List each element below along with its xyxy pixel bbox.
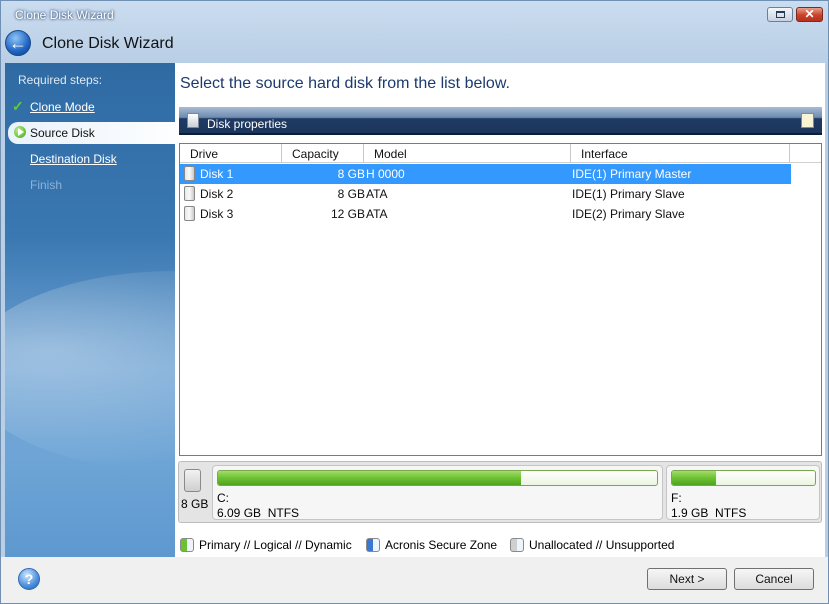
table-row[interactable]: Disk 3 12 GB ATA IDE(2) Primary Slave [180,204,791,224]
usage-fill [672,471,717,485]
maximize-icon [776,11,785,18]
partition-info: 1.9 GB NTFS [671,506,747,520]
disk-properties-label: Disk properties [207,117,288,131]
legend-label: Unallocated // Unsupported [529,538,675,552]
disk-properties-icon [187,113,199,128]
usage-fill [218,471,521,485]
step-finish: Finish [5,174,175,196]
maximize-button[interactable] [767,7,793,22]
step-clone-mode[interactable]: ✓ Clone Mode [5,96,175,118]
column-header-spacer [790,144,822,163]
cell-model: H 0000 [366,167,405,181]
legend-label: Acronis Secure Zone [385,538,498,552]
partition-usage-bar [671,470,816,486]
cell-capacity: 8 GB [337,187,365,201]
help-icon[interactable]: ? [18,568,40,590]
wizard-footer: ? Next > Cancel [1,557,828,603]
cell-capacity: 12 GB [330,207,365,221]
column-header-drive[interactable]: Drive [180,144,282,163]
column-header-capacity[interactable]: Capacity [282,144,364,163]
close-icon: ✕ [804,7,815,21]
wizard-title: Clone Disk Wizard [42,35,174,52]
close-button[interactable]: ✕ [796,7,823,22]
main-panel: Select the source hard disk from the lis… [175,63,825,557]
clone-disk-wizard-window: Clone Disk Wizard ✕ ← Clone Disk Wizard … [0,0,829,604]
disk-table: Drive Capacity Model Interface Disk 1 8 … [179,143,822,456]
partition-c[interactable]: C: 6.09 GB NTFS [212,465,663,520]
edit-notes-icon[interactable] [801,113,814,128]
required-steps-label: Required steps: [18,73,103,87]
partition-letter: F: [671,491,682,505]
partition-info: 6.09 GB NTFS [217,506,300,520]
step-destination-disk[interactable]: Destination Disk [5,148,175,170]
unallocated-swatch-icon [510,538,524,552]
hard-disk-icon [184,206,195,221]
hard-disk-icon [184,469,201,492]
wizard-header: ← Clone Disk Wizard [1,27,828,63]
cell-drive: Disk 2 [200,187,234,201]
disk-map: 8 GB C: 6.09 GB NTFS F: 1.9 GB NTFS [178,461,822,523]
back-button[interactable]: ← [5,30,31,56]
secure-zone-swatch-icon [366,538,380,552]
cancel-button[interactable]: Cancel [734,568,814,590]
sidebar-decoration [5,271,175,471]
hard-disk-icon [184,186,195,201]
page-title: Select the source hard disk from the lis… [180,75,510,92]
table-row[interactable]: Disk 1 8 GB H 0000 IDE(1) Primary Master [180,164,791,184]
title-bar: Clone Disk Wizard ✕ [1,1,828,27]
window-title: Clone Disk Wizard [15,8,114,22]
table-header: Drive Capacity Model Interface [180,144,821,163]
step-source-disk[interactable]: Source Disk [8,122,175,144]
checkmark-icon: ✓ [12,98,24,114]
partition-letter: C: [217,491,229,505]
partition-f[interactable]: F: 1.9 GB NTFS [666,465,820,520]
disk-size: 8 GB [181,497,209,511]
column-header-model[interactable]: Model [364,144,571,163]
legend-label: Primary // Logical // Dynamic [199,538,352,552]
steps-sidebar: Required steps: ✓ Clone Mode Source Disk… [5,63,175,557]
cell-interface: IDE(1) Primary Slave [572,187,685,201]
step-label: Clone Mode [30,100,95,114]
primary-swatch-icon [180,538,194,552]
cell-model: ATA [366,187,388,201]
step-label: Finish [30,178,63,192]
column-header-interface[interactable]: Interface [571,144,790,163]
cell-capacity: 8 GB [337,167,365,181]
cell-drive: Disk 3 [200,207,234,221]
cell-interface: IDE(2) Primary Slave [572,207,685,221]
partition-legend: Primary // Logical // Dynamic Acronis Se… [179,535,822,555]
disk-properties-bar[interactable]: Disk properties [179,107,822,135]
cell-drive: Disk 1 [200,167,234,181]
back-arrow-icon: ← [9,33,27,53]
arrow-right-icon [14,126,26,138]
cell-interface: IDE(1) Primary Master [572,167,692,181]
next-button[interactable]: Next > [647,568,727,590]
partition-usage-bar [217,470,658,486]
step-label: Source Disk [30,126,95,140]
cell-model: ATA [366,207,388,221]
hard-disk-icon [184,166,195,181]
step-label: Destination Disk [30,152,117,166]
table-row[interactable]: Disk 2 8 GB ATA IDE(1) Primary Slave [180,184,791,204]
